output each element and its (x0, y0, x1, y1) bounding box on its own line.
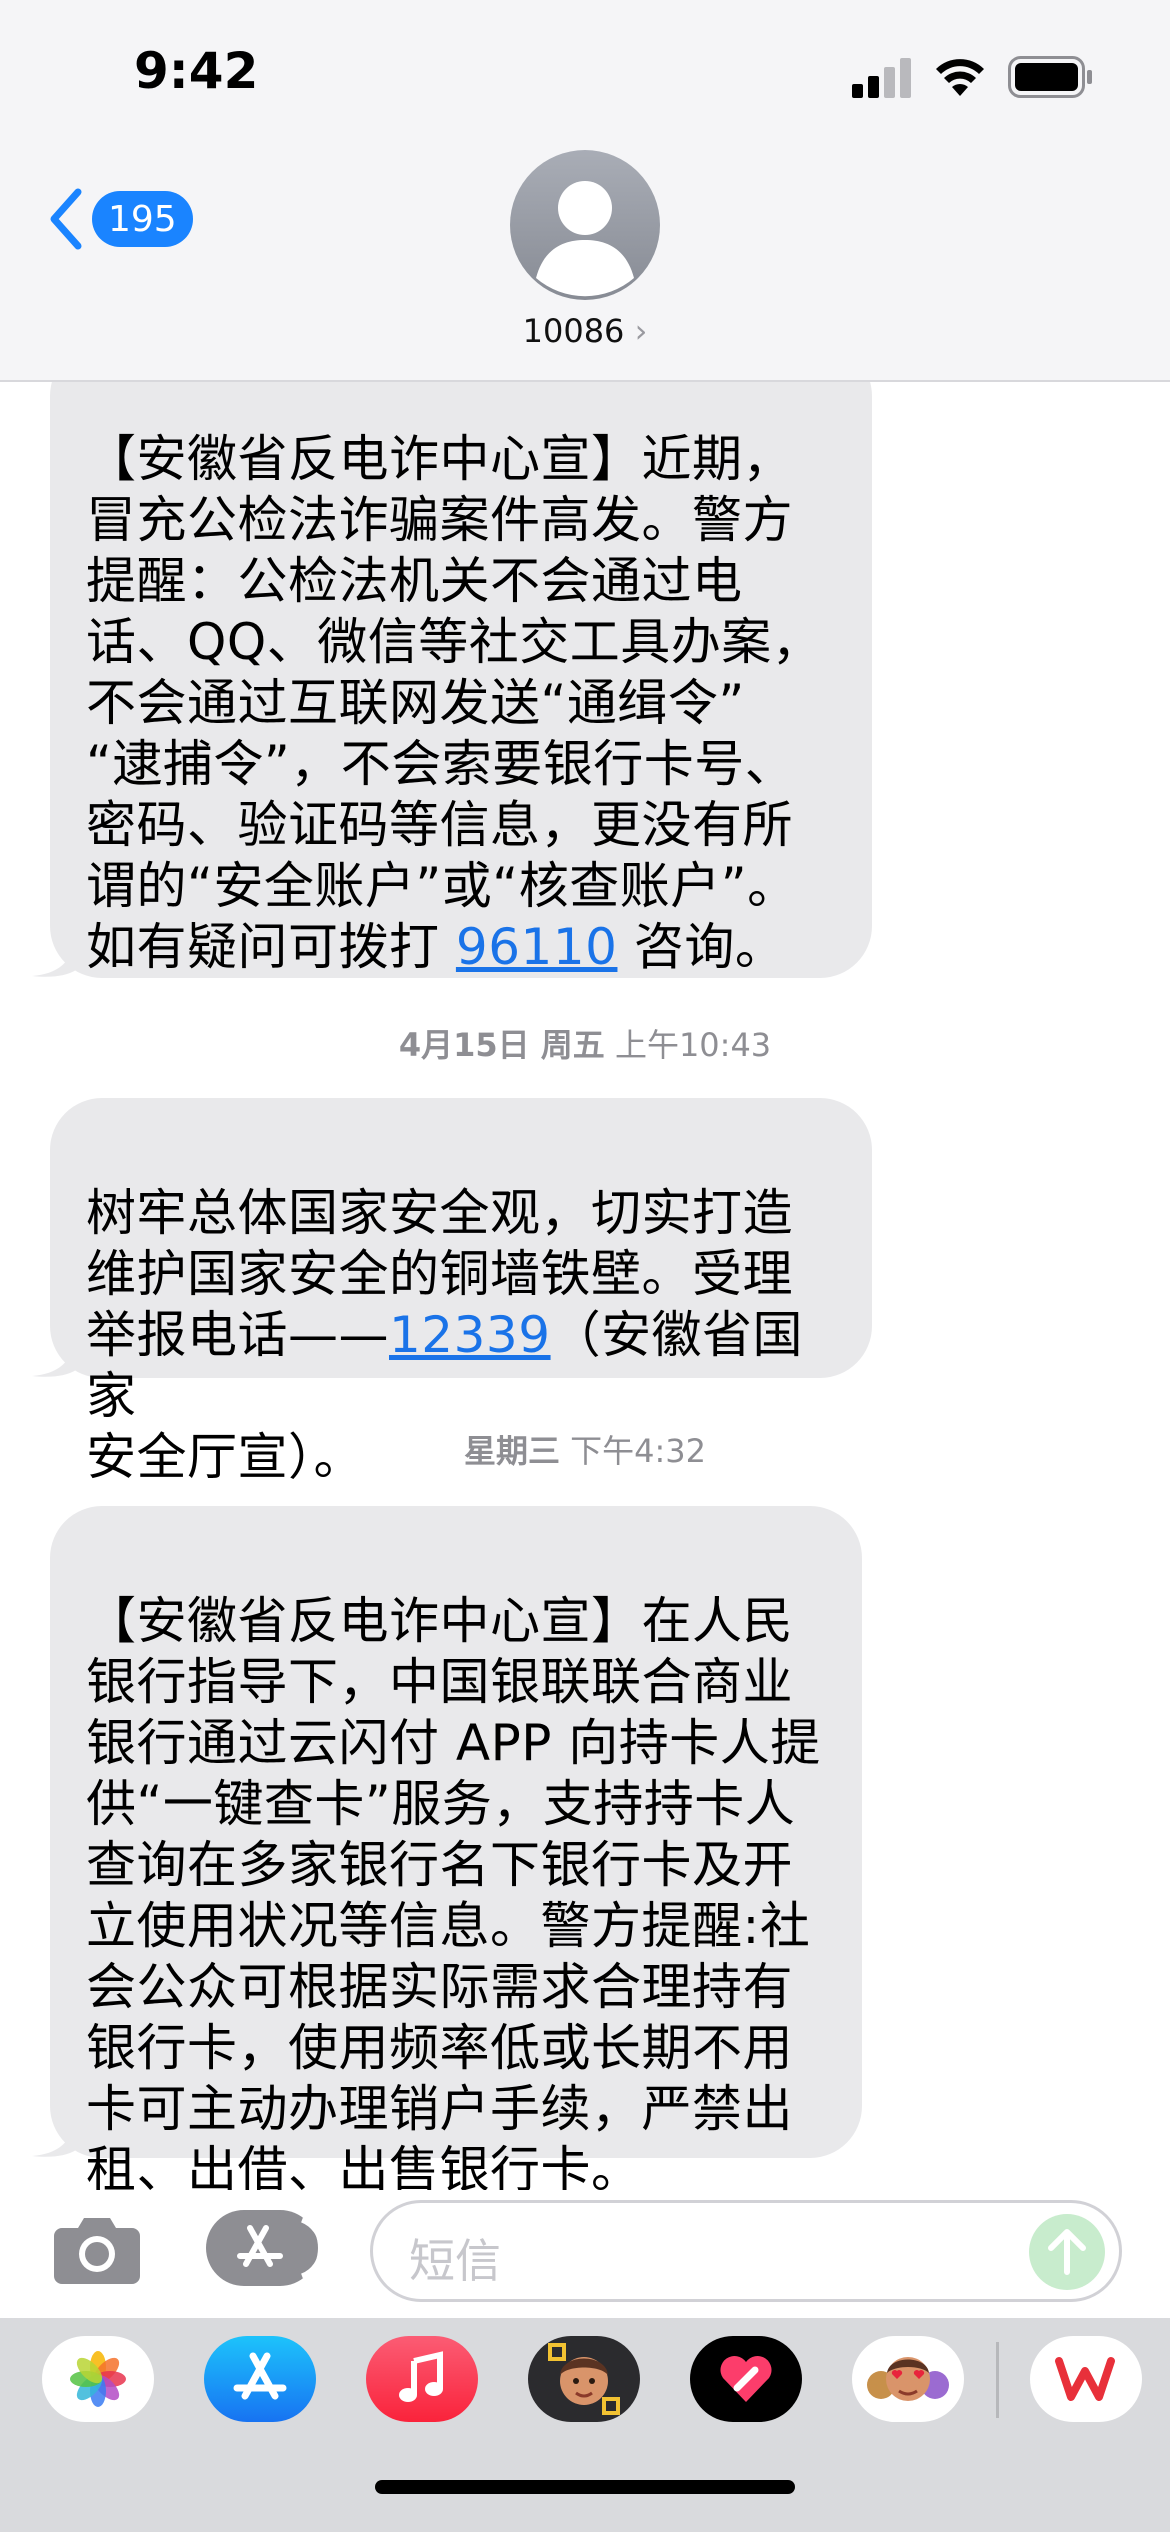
chevron-right-icon: › (634, 312, 648, 350)
message-text: 【安徽省反电诈中心宣】在人民 银行指导下，中国银联联合商业 银行通过云闪付 AP… (86, 1592, 821, 2190)
photos-icon (70, 2351, 126, 2407)
back-button[interactable]: 195 (48, 188, 193, 250)
contact-avatar[interactable] (510, 150, 660, 300)
timestamp-date: 星期三 (463, 1432, 560, 1470)
message-timestamp: 4月15日 周五 上午10:43 (0, 1020, 1170, 1066)
memoji-stickers-icon (867, 2357, 949, 2401)
message-timestamp: 星期三 下午4:32 (0, 1426, 1170, 1472)
arrow-up-icon (1048, 2229, 1086, 2275)
home-indicator (375, 2480, 795, 2494)
wifi-icon (936, 59, 984, 96)
message-input-placeholder: 短信 (409, 2234, 501, 2288)
drawer-divider (996, 2342, 999, 2418)
music-icon (399, 2351, 443, 2402)
person-icon (536, 181, 634, 297)
memoji-icon (548, 2343, 620, 2415)
message-bubble[interactable]: 树牢总体国家安全观，切实打造 维护国家安全的铜墙铁壁。受理 举报电话——1233… (32, 1098, 872, 1486)
message-bubble[interactable]: 【安徽省反电诈中心宣】近期， 冒充公检法诈骗案件高发。警方 提醒：公检法机关不会… (32, 380, 872, 978)
message-bubble[interactable]: 【安徽省反电诈中心宣】在人民 银行指导下，中国银联联合商业 银行通过云闪付 AP… (32, 1506, 862, 2190)
message-text: 咨询。 (617, 918, 786, 976)
timestamp-time: 上午10:43 (604, 1026, 772, 1064)
message-text: 【安徽省反电诈中心宣】近期， 冒充公检法诈骗案件高发。警方 提醒：公检法机关不会… (86, 430, 823, 976)
phone-link[interactable]: 96110 (456, 918, 618, 976)
contact-name[interactable]: 10086 › (0, 312, 1170, 350)
contact-name-label: 10086 (522, 312, 625, 350)
digital-touch-app-button[interactable] (690, 2336, 802, 2422)
message-input[interactable]: 短信 (370, 2200, 1122, 2302)
phone-link[interactable]: 12339 (389, 1306, 551, 1364)
bubble-tail (32, 1338, 76, 1377)
photos-app-button[interactable] (42, 2336, 154, 2422)
wps-icon (1055, 2357, 1115, 2401)
bubble-tail (32, 938, 76, 977)
camera-icon[interactable] (52, 2216, 142, 2284)
status-time: 9:42 (134, 42, 259, 100)
conversation-header: 9:42 195 10086 › (0, 0, 1170, 382)
battery-icon (1008, 56, 1092, 98)
timestamp-date: 4月15日 周五 (398, 1026, 605, 1064)
timestamp-time: 下午4:32 (559, 1432, 707, 1470)
message-list[interactable]: 【安徽省反电诈中心宣】近期， 冒充公检法诈骗案件高发。警方 提醒：公检法机关不会… (0, 380, 1170, 2190)
app-store-icon (233, 2352, 287, 2400)
cellular-signal-icon (852, 58, 911, 98)
digital-touch-icon (720, 2355, 772, 2402)
memoji-stickers-app-button[interactable] (852, 2336, 964, 2422)
bubble-tail (32, 2118, 76, 2157)
app-store-app-button[interactable] (204, 2336, 316, 2422)
wps-app-button[interactable] (1030, 2336, 1142, 2422)
send-button[interactable] (1029, 2214, 1105, 2290)
apps-button[interactable] (206, 2210, 324, 2286)
music-app-button[interactable] (366, 2336, 478, 2422)
app-drawer (0, 2318, 1170, 2532)
chevron-left-icon (50, 188, 82, 250)
compose-bar: 短信 (0, 2190, 1170, 2320)
unread-count-badge: 195 (92, 191, 193, 247)
memoji-app-button[interactable] (528, 2336, 640, 2422)
app-store-icon (237, 2217, 324, 2279)
